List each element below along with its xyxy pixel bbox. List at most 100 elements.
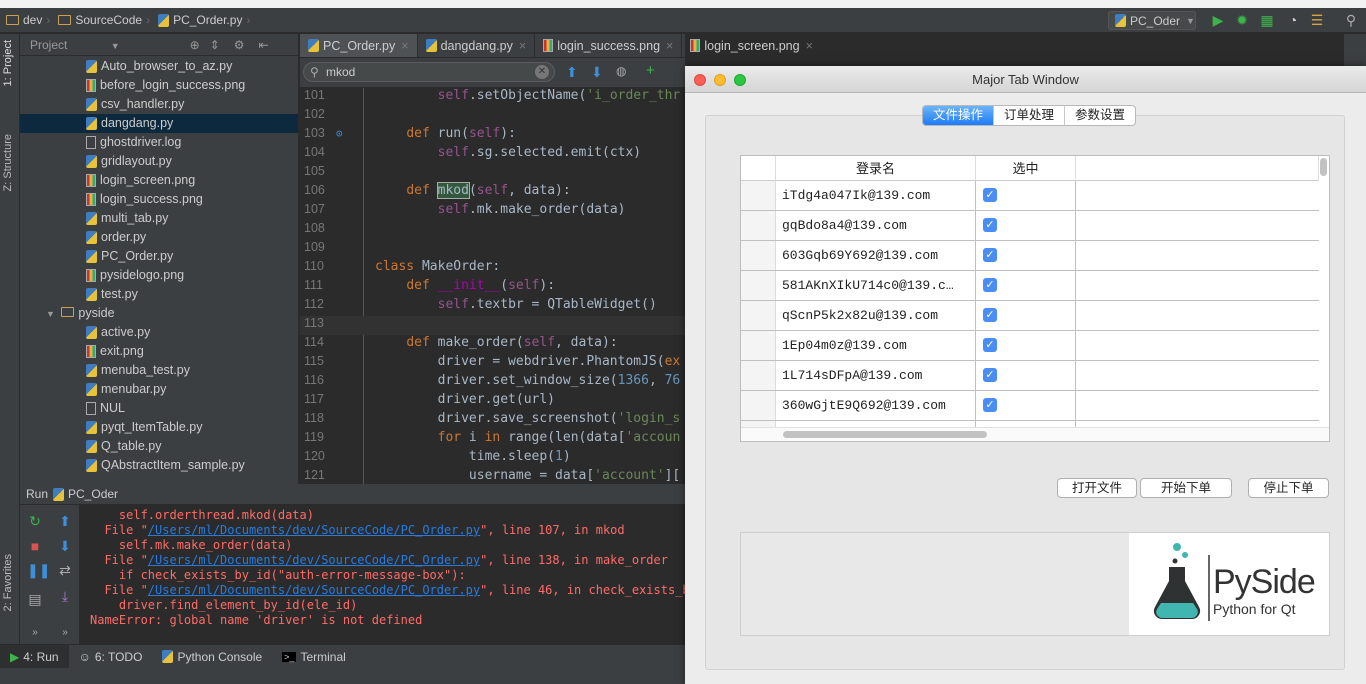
login-cell[interactable]: qScnP5k2x82u@139.com [776, 301, 976, 330]
table-row[interactable]: 581AKnXIkU714c0@139.c… ✓ [741, 271, 1319, 301]
tree-item[interactable]: csv_handler.py [20, 95, 298, 114]
checkbox-checked[interactable]: ✓ [983, 308, 997, 322]
collapse-icon[interactable]: ⇕ [210, 38, 220, 52]
table-row[interactable]: 1L714sDFpA@139.com ✓ [741, 361, 1319, 391]
tree-item[interactable]: exit.png [20, 342, 298, 361]
more-icon[interactable]: » [57, 625, 73, 641]
run-icon[interactable]: ▶ [1210, 12, 1226, 28]
tree-item[interactable]: menuba_test.py [20, 361, 298, 380]
tab-file-ops[interactable]: 文件操作 [923, 106, 995, 125]
pause-icon[interactable]: ❚❚ [27, 562, 50, 578]
vertical-scrollbar[interactable] [1320, 158, 1327, 176]
code-area[interactable]: ⊙ 101 self.setObjectName('i_order_thr 102… [300, 88, 685, 484]
coverage-icon[interactable]: ▦ [1259, 12, 1275, 28]
breadcrumb-sourcecode[interactable]: SourceCode › [58, 13, 154, 27]
locate-icon[interactable]: ⊕ [190, 38, 200, 52]
close-tab-icon[interactable]: × [666, 39, 673, 53]
login-cell[interactable]: 1Ep04m0z@139.com [776, 331, 976, 360]
up-stack-icon[interactable]: ⬆ [57, 513, 73, 529]
tree-item[interactable]: pysidelogo.png [20, 266, 298, 285]
tree-item[interactable]: login_screen.png [20, 171, 298, 190]
stop-order-button[interactable]: 停止下单 [1248, 478, 1329, 498]
zoom-button[interactable] [734, 74, 746, 86]
tab-terminal[interactable]: >_ Terminal [272, 645, 356, 669]
tree-item[interactable]: login_success.png [20, 190, 298, 209]
close-tab-icon[interactable]: × [806, 39, 813, 53]
breadcrumb-dev[interactable]: dev › [6, 13, 54, 27]
tree-item[interactable]: multi_tab.py [20, 209, 298, 228]
concurrency-icon[interactable]: ☰ [1309, 12, 1325, 28]
checkbox-checked[interactable]: ✓ [983, 368, 997, 382]
select-all-icon[interactable]: ◍ [616, 64, 626, 78]
tab-todo[interactable]: ☺ 6: TODO [69, 645, 153, 669]
tree-item[interactable]: QAbstractItem_sample.py [20, 456, 298, 475]
more-icon[interactable]: » [27, 625, 43, 641]
row-header[interactable] [741, 361, 776, 390]
add-occurrence-icon[interactable]: + [646, 62, 655, 79]
file-link[interactable]: /Users/ml/Documents/dev/SourceCode/PC_Or… [148, 523, 480, 537]
tree-item[interactable]: NUL [20, 399, 298, 418]
column-header-login[interactable]: 登录名 [776, 156, 976, 181]
tree-item[interactable]: pyqt_ItemTable.py [20, 418, 298, 437]
start-order-button[interactable]: 开始下单 [1140, 478, 1232, 498]
breadcrumb-file[interactable]: PC_Order.py › [158, 13, 254, 27]
scroll-to-end-icon[interactable]: ⤓ [57, 588, 73, 604]
horizontal-scrollbar[interactable] [783, 431, 987, 438]
soft-wrap-icon[interactable]: ⇄ [57, 562, 73, 578]
row-header[interactable] [741, 271, 776, 300]
down-stack-icon[interactable]: ⬇ [57, 538, 73, 554]
stop-icon[interactable]: ■ [27, 538, 43, 554]
row-header[interactable] [741, 391, 776, 420]
editor-tab[interactable]: login_success.png × [535, 34, 683, 57]
gear-icon[interactable]: ⚙ [234, 38, 245, 52]
checkbox-checked[interactable]: ✓ [983, 398, 997, 412]
checkbox-checked[interactable]: ✓ [983, 218, 997, 232]
tree-item[interactable]: gridlayout.py [20, 152, 298, 171]
row-header[interactable] [741, 241, 776, 270]
rerun-icon[interactable]: ↻ [27, 513, 43, 529]
project-tool-tab[interactable]: 1: Project [2, 40, 14, 86]
tab-run[interactable]: ▶ 4: Run [0, 644, 69, 669]
tab-parameters[interactable]: 参数设置 [1065, 106, 1135, 125]
login-cell[interactable]: 581AKnXIkU714c0@139.c… [776, 271, 976, 300]
tree-item[interactable]: order.py [20, 228, 298, 247]
login-cell[interactable]: 603Gqb69Y692@139.com [776, 241, 976, 270]
checkbox-checked[interactable]: ✓ [983, 248, 997, 262]
close-tab-icon[interactable]: × [519, 39, 526, 53]
structure-tool-tab[interactable]: Z: Structure [2, 134, 14, 191]
tree-item[interactable]: menubar.py [20, 380, 298, 399]
search-everywhere-icon[interactable]: ⚲ [1343, 12, 1359, 28]
row-header[interactable] [741, 301, 776, 330]
tree-item[interactable]: Q_table.py [20, 437, 298, 456]
tree-item[interactable]: active.py [20, 323, 298, 342]
project-view-select[interactable]: Project ▼ [30, 38, 120, 52]
table-row[interactable]: 1Ep04m0z@139.com ✓ [741, 331, 1319, 361]
tree-item[interactable]: ▼ pyside [20, 304, 298, 323]
editor-tab[interactable]: dangdang.py × [418, 34, 536, 57]
row-header[interactable] [741, 211, 776, 240]
row-header[interactable] [741, 181, 776, 210]
table-row[interactable]: iTdg4a047Ik@139.com ✓ [741, 181, 1319, 211]
tab-python-console[interactable]: Python Console [152, 645, 272, 669]
hide-icon[interactable]: ⇤ [259, 38, 269, 52]
run-config-select[interactable]: PC_Oder ▼ [1108, 11, 1196, 30]
tree-item[interactable]: before_login_success.png [20, 76, 298, 95]
row-header[interactable] [741, 331, 776, 360]
table-row[interactable]: 603Gqb69Y692@139.com ✓ [741, 241, 1319, 271]
table-row[interactable]: 360wGjtE9Q692@139.com ✓ [741, 391, 1319, 421]
override-marker-icon[interactable]: ⊙ [336, 127, 343, 140]
expand-arrow-icon[interactable]: ▼ [46, 309, 57, 319]
next-occurrence-icon[interactable]: ⬇ [591, 64, 603, 81]
login-cell[interactable]: iTdg4a047Ik@139.com [776, 181, 976, 210]
table-row[interactable]: gqBdo8a4@139.com ✓ [741, 211, 1319, 241]
tree-item[interactable]: test.py [20, 285, 298, 304]
tab-order-processing[interactable]: 订单处理 [994, 106, 1066, 125]
column-header-selected[interactable]: 选中 [976, 156, 1076, 181]
file-link[interactable]: /Users/ml/Documents/dev/SourceCode/PC_Or… [148, 553, 480, 567]
minimize-button[interactable] [714, 74, 726, 86]
editor-tab[interactable]: PC_Order.py × [300, 34, 418, 57]
close-button[interactable] [694, 74, 706, 86]
open-file-button[interactable]: 打开文件 [1057, 478, 1137, 498]
table-row[interactable]: qScnP5k2x82u@139.com ✓ [741, 301, 1319, 331]
checkbox-checked[interactable]: ✓ [983, 338, 997, 352]
